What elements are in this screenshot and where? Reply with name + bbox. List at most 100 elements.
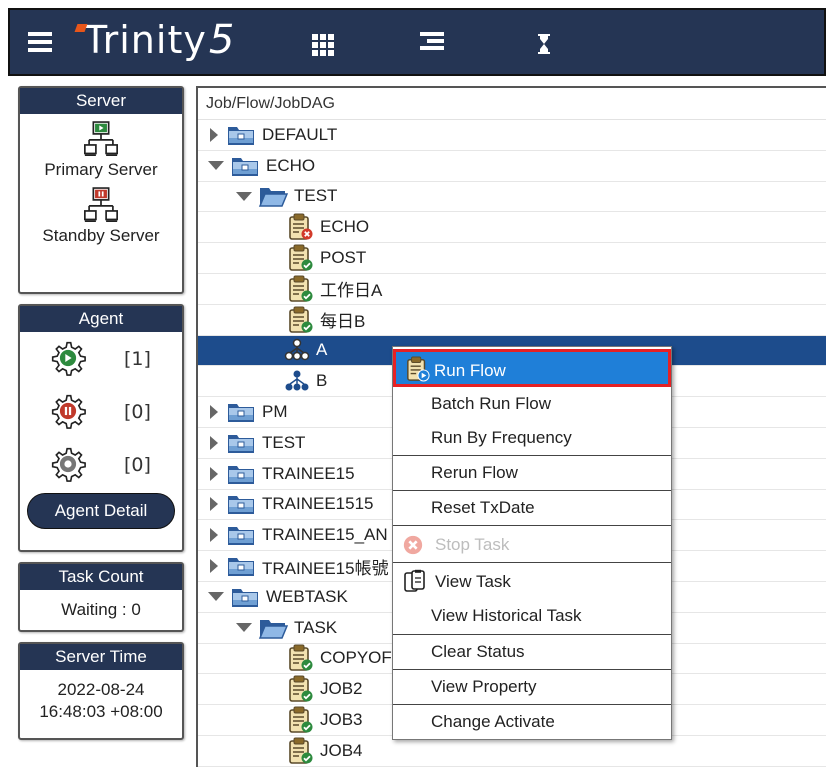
agent-running-row[interactable]: [1] [20, 332, 182, 385]
project-folder-icon [226, 492, 256, 516]
collapse-arrow-icon[interactable] [236, 191, 252, 201]
view-task-icon [404, 569, 425, 592]
agent-running-count: [1] [124, 348, 151, 370]
project-folder-icon [226, 123, 256, 147]
standby-server[interactable]: Standby Server [20, 186, 182, 246]
open-folder-icon [258, 184, 288, 208]
tree-header: Job/Flow/JobDAG [198, 88, 826, 120]
primary-server[interactable]: Primary Server [20, 120, 182, 180]
expand-arrow-icon[interactable] [210, 127, 218, 142]
tree-node-label: ECHO [320, 217, 370, 237]
menu-run-flow[interactable]: Run Flow [393, 349, 671, 387]
menu-rerun-flow-label: Rerun Flow [431, 463, 518, 482]
tree-node-label: TRAINEE15 [262, 463, 355, 483]
menu-stop-task-label: Stop Task [435, 535, 510, 554]
menu-rerun-flow[interactable]: Rerun Flow [393, 456, 671, 490]
task-count-panel: Task Count Waiting : 0 [18, 562, 184, 632]
tree-node-job4[interactable]: JOB4 [198, 736, 826, 767]
menu-divider [393, 562, 671, 563]
primary-server-icon [84, 120, 118, 158]
tree-node-label: 工作日A [320, 281, 383, 301]
top-navigation-bar: Trinity 5 [8, 8, 826, 76]
agent-idle-row[interactable]: [0] [20, 438, 182, 491]
tree-node-test-folder[interactable]: TEST [198, 182, 826, 213]
menu-change-activate[interactable]: Change Activate [393, 705, 671, 739]
job-ok-icon [289, 706, 313, 734]
menu-reset-txdate[interactable]: Reset TxDate [393, 491, 671, 525]
tree-node-label: TRAINEE1515 [262, 494, 374, 514]
menu-run-flow-label: Run Flow [434, 361, 506, 380]
grid-icon[interactable] [310, 32, 334, 56]
collapse-arrow-icon[interactable] [236, 623, 252, 633]
menu-view-historical-task-label: View Historical Task [431, 606, 582, 625]
expand-arrow-icon[interactable] [210, 405, 218, 420]
tree-node-label: JOB2 [320, 679, 363, 699]
task-count-waiting: Waiting : 0 [61, 600, 141, 619]
tree-node-label: JOB3 [320, 710, 363, 730]
trinity-logo: Trinity 5 [74, 14, 234, 66]
flow-icon [284, 338, 310, 362]
tree-node-default[interactable]: DEFAULT [198, 120, 826, 151]
expand-arrow-icon[interactable] [210, 466, 218, 481]
agent-idle-icon [50, 446, 86, 482]
menu-view-historical-task[interactable]: View Historical Task [393, 599, 671, 633]
menu-view-property-label: View Property [431, 677, 537, 696]
hamburger-icon[interactable] [28, 32, 52, 54]
agent-detail-button[interactable]: Agent Detail [27, 493, 175, 529]
open-folder-icon [258, 616, 288, 640]
job-ok-icon [289, 737, 313, 764]
project-folder-icon [226, 523, 256, 547]
task-count-title: Task Count [20, 564, 182, 590]
expand-arrow-icon[interactable] [210, 497, 218, 512]
project-folder-icon [226, 431, 256, 455]
tree-node-label: B [316, 371, 328, 391]
collapse-arrow-icon[interactable] [208, 592, 224, 602]
tree-node-label: 每日B [320, 312, 366, 332]
tree-node-post-job[interactable]: POST [198, 243, 826, 274]
menu-view-property[interactable]: View Property [393, 670, 671, 704]
standby-server-label: Standby Server [42, 226, 160, 245]
menu-stop-task[interactable]: Stop Task [393, 528, 671, 562]
menu-view-task[interactable]: View Task [393, 565, 671, 599]
context-menu: Run Flow Batch Run Flow Run By Frequency… [392, 346, 672, 740]
project-folder-icon [230, 585, 260, 609]
stop-task-icon [403, 535, 423, 555]
tree-node-label: TRAINEE15帳號 [262, 558, 389, 578]
tree-node-label: WEBTASK [266, 586, 348, 606]
tree-node-workday-job[interactable]: 工作日A [198, 274, 826, 305]
tree-node-label: PM [262, 402, 288, 422]
menu-change-activate-label: Change Activate [431, 712, 555, 731]
tree-node-daily-job[interactable]: 每日B [198, 305, 826, 336]
server-time-panel: Server Time 2022-08-24 16:48:03 +08:00 [18, 642, 184, 740]
flow-icon [285, 370, 309, 391]
hourglass-icon[interactable] [532, 32, 556, 56]
logo-text: Trinity [84, 18, 207, 62]
project-folder-icon [226, 554, 256, 578]
menu-batch-run-flow-label: Batch Run Flow [431, 394, 551, 413]
tree-node-label: JOB4 [320, 740, 363, 760]
list-icon[interactable] [420, 32, 444, 56]
agent-panel: Agent [1] [0] [0] Agent Detail [18, 304, 184, 552]
menu-view-task-label: View Task [435, 572, 511, 591]
menu-divider [393, 525, 671, 526]
expand-arrow-icon[interactable] [210, 559, 218, 574]
tree-node-label: ECHO [266, 155, 316, 175]
project-folder-icon [226, 400, 256, 424]
tree-node-label: TEST [262, 432, 306, 452]
menu-clear-status-label: Clear Status [431, 642, 525, 661]
menu-run-by-frequency[interactable]: Run By Frequency [393, 421, 671, 455]
tree-node-echo-project[interactable]: ECHO [198, 151, 826, 182]
collapse-arrow-icon[interactable] [208, 161, 224, 171]
expand-arrow-icon[interactable] [210, 528, 218, 543]
tree-node-label: A [316, 340, 328, 360]
project-folder-icon [226, 462, 256, 486]
tree-node-echo-job[interactable]: ECHO [198, 212, 826, 244]
expand-arrow-icon[interactable] [210, 435, 218, 450]
job-ok-icon [289, 305, 313, 333]
tree-node-label: DEFAULT [262, 124, 338, 144]
menu-clear-status[interactable]: Clear Status [393, 635, 671, 669]
agent-stopped-row[interactable]: [0] [20, 385, 182, 438]
job-ok-icon [289, 644, 313, 672]
menu-batch-run-flow[interactable]: Batch Run Flow [393, 387, 671, 421]
job-ok-icon [289, 275, 313, 302]
